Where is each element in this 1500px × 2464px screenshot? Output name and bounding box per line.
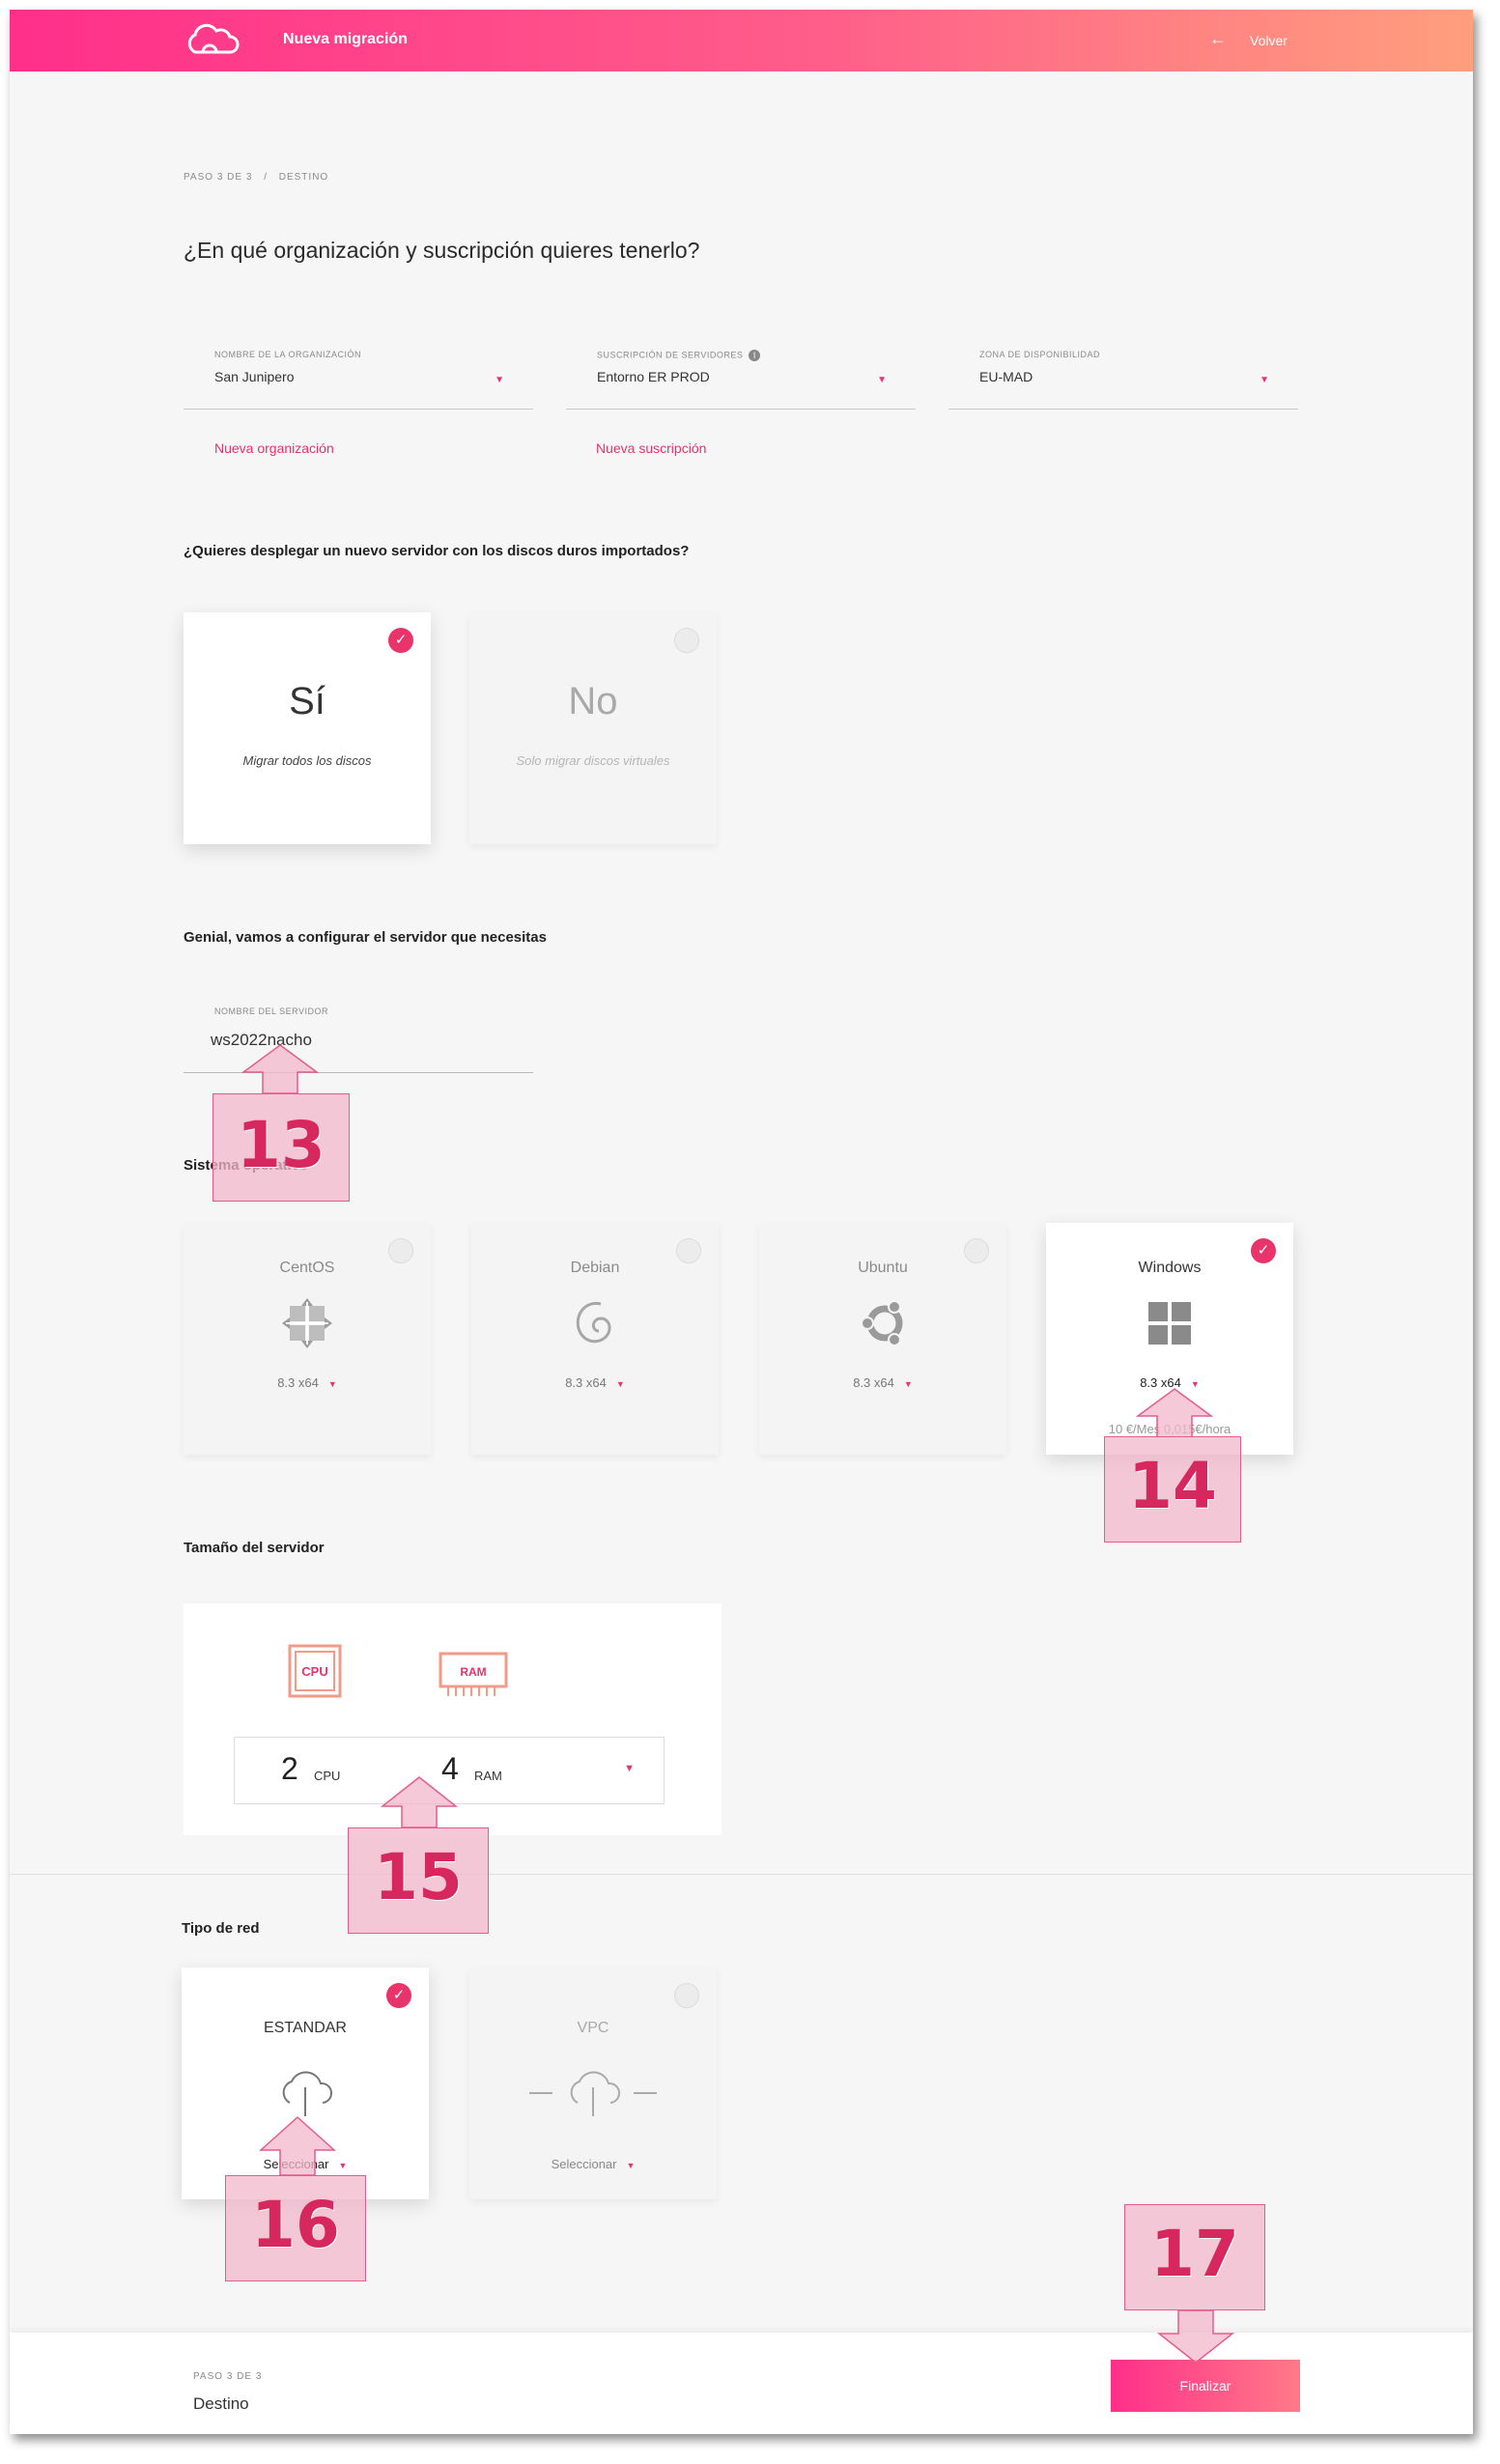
subscription-select[interactable]: SUSCRIPCIÓN DE SERVIDORES i Entorno ER PR… [566, 338, 916, 410]
os-name: CentOS [279, 1260, 335, 1276]
deploy-yes-title: Sí [289, 680, 325, 722]
org-select[interactable]: NOMBRE DE LA ORGANIZACIÓN San Junipero ▼ [184, 338, 533, 410]
deploy-question: ¿Quieres desplegar un nuevo servidor con… [184, 543, 690, 559]
cpu-count: 2 [281, 1751, 298, 1786]
server-name-label: NOMBRE DEL SERVIDOR [214, 1006, 329, 1016]
cpu-icon: CPU [288, 1644, 342, 1698]
network-name: VPC [577, 2020, 609, 2036]
page-title: ¿En qué organización y suscripción quier… [184, 238, 700, 263]
annotation-17: 17 [1124, 2204, 1265, 2310]
debian-icon [576, 1301, 611, 1344]
annotation-14: 14 [1104, 1436, 1241, 1543]
svg-text:CPU: CPU [301, 1664, 327, 1679]
breadcrumb-step: PASO 3 DE 3 [184, 172, 253, 183]
annotation-arrow-17 [1157, 2310, 1234, 2364]
chevron-down-icon[interactable]: ▼ [877, 375, 887, 385]
chevron-down-icon: ▼ [903, 1379, 913, 1389]
annotation-number: 16 [251, 2188, 340, 2262]
annotation-13: 13 [212, 1093, 350, 1202]
annotation-number: 14 [1128, 1449, 1217, 1523]
zone-label: ZONA DE DISPONIBILIDAD [979, 350, 1101, 359]
os-version-select[interactable]: 8.3 x64 ▼ [184, 1375, 431, 1390]
annotation-arrow-13 [241, 1044, 319, 1093]
os-card-debian[interactable]: Debian 8.3 x64 ▼ [471, 1223, 719, 1455]
config-title: Genial, vamos a configurar el servidor q… [184, 929, 547, 946]
chevron-down-icon[interactable]: ▼ [495, 375, 504, 385]
radio-icon [674, 1983, 699, 2008]
chevron-down-icon[interactable]: ▼ [1259, 375, 1269, 385]
cloud-logo-icon[interactable] [182, 23, 243, 58]
deploy-no-title: No [568, 680, 618, 722]
annotation-number: 13 [237, 1108, 325, 1182]
chevron-down-icon: ▼ [615, 1379, 625, 1389]
zone-value: EU-MAD [979, 369, 1033, 384]
cloud-upload-icon [282, 2071, 332, 2116]
footer-step: PASO 3 DE 3 [193, 2371, 263, 2382]
annotation-15: 15 [348, 1827, 489, 1934]
os-card-ubuntu[interactable]: Ubuntu 8.3 x64 ▼ [759, 1223, 1006, 1455]
ram-icon: RAM [439, 1652, 508, 1696]
breadcrumb: PASO 3 DE 3 / DESTINO [184, 172, 336, 183]
radio-icon [674, 628, 699, 653]
section-divider [10, 1874, 1473, 1875]
centos-icon [282, 1298, 332, 1348]
deploy-no-card[interactable]: No Solo migrar discos virtuales [469, 612, 717, 844]
org-label: NOMBRE DE LA ORGANIZACIÓN [214, 350, 362, 359]
size-title: Tamaño del servidor [184, 1540, 325, 1556]
new-organization-link[interactable]: Nueva organización [214, 440, 334, 456]
footer-bar: PASO 3 DE 3 Destino Finalizar [10, 2333, 1473, 2434]
annotation-number: 15 [374, 1840, 463, 1914]
os-name: Windows [1138, 1260, 1202, 1276]
network-name: ESTANDAR [264, 2020, 347, 2036]
annotation-16: 16 [225, 2175, 366, 2281]
breadcrumb-separator: / [264, 172, 268, 183]
check-icon: ✓ [386, 1983, 411, 2008]
app-window: Nueva migración ← Volver PASO 3 DE 3 / D… [10, 10, 1473, 2434]
annotation-number: 17 [1150, 2217, 1239, 2291]
new-subscription-link[interactable]: Nueva suscripción [596, 440, 706, 456]
network-select[interactable]: Seleccionar▼ [469, 2157, 717, 2171]
subscription-label: SUSCRIPCIÓN DE SERVIDORES i [597, 350, 761, 361]
ram-unit: RAM [474, 1769, 502, 1783]
os-card-centos[interactable]: CentOS 8.3 x64 ▼ [184, 1223, 431, 1455]
footer-destination: Destino [193, 2394, 249, 2413]
network-card-vpc[interactable]: VPC Seleccionar ▼ [469, 1968, 717, 2199]
chevron-down-icon: ▼ [327, 1379, 337, 1389]
back-arrow-icon[interactable]: ← [1209, 29, 1227, 49]
annotation-arrow-16 [259, 2115, 336, 2175]
windows-icon [1148, 1302, 1191, 1345]
os-version-select[interactable]: 8.3 x64 ▼ [759, 1375, 1006, 1390]
os-name: Ubuntu [858, 1260, 908, 1276]
header-title: Nueva migración [283, 31, 408, 47]
cloud-network-icon [529, 2071, 657, 2116]
ubuntu-icon [861, 1300, 903, 1346]
chevron-down-icon: ▼ [626, 2161, 636, 2170]
deploy-yes-subtitle: Migrar todos los discos [242, 753, 372, 768]
svg-text:RAM: RAM [460, 1665, 486, 1679]
org-value: San Junipero [214, 369, 295, 384]
network-title: Tipo de red [182, 1920, 260, 1937]
zone-select[interactable]: ZONA DE DISPONIBILIDAD EU-MAD ▼ [948, 338, 1298, 410]
chevron-down-icon: ▼ [338, 2161, 348, 2170]
os-version-select[interactable]: 8.3 x64 ▼ [471, 1375, 719, 1390]
chevron-down-icon[interactable]: ▼ [624, 1763, 635, 1774]
back-link[interactable]: Volver [1250, 33, 1288, 48]
finish-button[interactable]: Finalizar [1111, 2360, 1300, 2412]
server-name-field[interactable]: NOMBRE DEL SERVIDOR ws2022nacho [184, 990, 533, 1073]
check-icon: ✓ [388, 628, 413, 653]
header-bar: Nueva migración ← Volver [10, 10, 1473, 71]
cpu-unit: CPU [314, 1769, 341, 1783]
subscription-value: Entorno ER PROD [597, 369, 710, 384]
deploy-no-subtitle: Solo migrar discos virtuales [516, 753, 670, 768]
breadcrumb-current: DESTINO [278, 172, 329, 183]
info-icon[interactable]: i [749, 350, 761, 361]
annotation-arrow-14 [1136, 1388, 1213, 1437]
deploy-yes-card[interactable]: ✓ Sí Migrar todos los discos [184, 612, 431, 844]
annotation-arrow-15 [381, 1776, 458, 1827]
os-name: Debian [570, 1260, 620, 1276]
